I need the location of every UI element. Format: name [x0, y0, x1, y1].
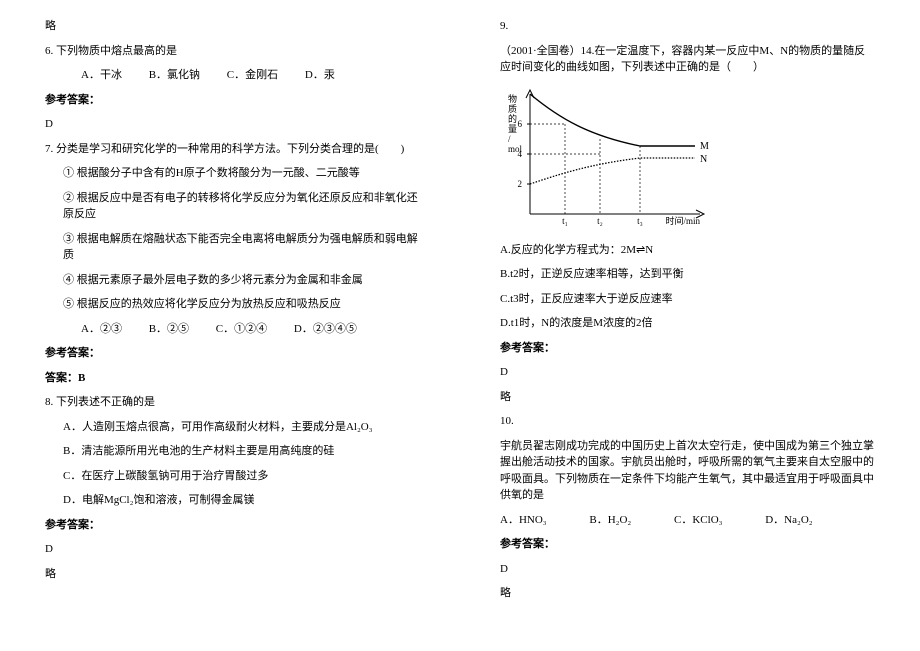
q7-item-4: ④ 根据元素原子最外层电子数的多少将元素分为金属和非金属	[45, 272, 420, 289]
q7-answer-label: 参考答案：	[45, 345, 420, 362]
q8-answer: D	[45, 541, 420, 558]
q8-answer-label: 参考答案：	[45, 517, 420, 534]
ylab-5: /	[508, 134, 511, 144]
q10-opt-d: D．Na₂O₂	[765, 512, 812, 529]
q6-answer-label: 参考答案：	[45, 92, 420, 109]
xtick-t1: t₁	[562, 216, 568, 226]
q7-opt-b: B．②⑤	[149, 321, 189, 338]
q9-chart: 2 4 6 t₁ t₂ t₃ 时间/min 物 质 的 量 / mol M	[500, 84, 720, 234]
q7-opt-a: A．②③	[81, 321, 122, 338]
q8-opt-a: A．人造刚玉熔点很高，可用作高级耐火材料，主要成分是Al₂O₃	[45, 419, 420, 436]
q7-item-1: ① 根据酸分子中含有的H原子个数将酸分为一元酸、二元酸等	[45, 165, 420, 182]
q10-opt-b: B．H₂O₂	[589, 512, 631, 529]
q7-item-5: ⑤ 根据反应的热效应将化学反应分为放热反应和吸热反应	[45, 296, 420, 313]
q9-answer: D	[500, 364, 875, 381]
q8-brief: 略	[45, 566, 420, 583]
legend-n: N	[700, 154, 707, 165]
q7-item-2: ② 根据反应中是否有电子的转移将化学反应分为氧化还原反应和非氧化还原反应	[45, 190, 420, 223]
q10-answer-label: 参考答案：	[500, 536, 875, 553]
ytick-2: 2	[518, 179, 523, 189]
page: 略 6. 下列物质中熔点最高的是 A．干冰 B．氯化钠 C．金刚石 D．汞 参考…	[0, 0, 920, 651]
q7-opt-c: C．①②④	[216, 321, 267, 338]
q7-options: A．②③ B．②⑤ C．①②④ D．②③④⑤	[45, 321, 420, 338]
ylab-2: 质	[508, 103, 517, 114]
q9-answer-label: 参考答案：	[500, 340, 875, 357]
legend-m: M	[700, 141, 709, 152]
q7-item-3: ③ 根据电解质在熔融状态下能否完全电离将电解质分为强电解质和弱电解质	[45, 231, 420, 264]
q10-options: A．HNO₃ B．H₂O₂ C．KClO₃ D．Na₂O₂	[500, 512, 875, 529]
q6-answer: D	[45, 116, 420, 133]
q10-opt-c: C．KClO₃	[674, 512, 722, 529]
xtick-t2: t₂	[597, 216, 603, 226]
q7-opt-d: D．②③④⑤	[294, 321, 357, 338]
left-column: 略 6. 下列物质中熔点最高的是 A．干冰 B．氯化钠 C．金刚石 D．汞 参考…	[30, 10, 460, 641]
q7-stem: 7. 分类是学习和研究化学的一种常用的科学方法。下列分类合理的是( )	[45, 141, 420, 158]
q6-options: A．干冰 B．氯化钠 C．金刚石 D．汞	[45, 67, 420, 84]
q6-stem: 6. 下列物质中熔点最高的是	[45, 43, 420, 60]
xlabel: 时间/min	[665, 215, 700, 226]
ylab-3: 的	[508, 113, 517, 124]
ylab-4: 量	[508, 124, 517, 134]
q9-opt-d: D.t1时，N的浓度是M浓度的2倍	[500, 315, 875, 332]
ytick-6: 6	[518, 119, 523, 129]
q6-opt-c: C．金刚石	[227, 67, 278, 84]
series-n	[530, 158, 695, 184]
q8-opt-c: C．在医疗上碳酸氢钠可用于治疗胃酸过多	[45, 468, 420, 485]
q7-answer: 答案：B	[45, 370, 420, 387]
q8-opt-d: D．电解MgCl₂饱和溶液，可制得金属镁	[45, 492, 420, 509]
q9-opt-c: C.t3时，正反应速率大于逆反应速率	[500, 291, 875, 308]
q10-brief: 略	[500, 585, 875, 602]
q9-brief: 略	[500, 389, 875, 406]
right-column: 9. （2001·全国卷）14.在一定温度下，容器内某一反应中M、N的物质的量随…	[460, 10, 890, 641]
q8-stem: 8. 下列表述不正确的是	[45, 394, 420, 411]
q9-stem: （2001·全国卷）14.在一定温度下，容器内某一反应中M、N的物质的量随反应时…	[500, 43, 875, 76]
q10-answer: D	[500, 561, 875, 578]
xtick-t3: t₃	[637, 216, 643, 226]
series-m	[530, 94, 695, 146]
q10-opt-a: A．HNO₃	[500, 512, 547, 529]
q8-opt-b: B．清洁能源所用光电池的生产材料主要是用高纯度的硅	[45, 443, 420, 460]
q10-stem: 宇航员翟志刚成功完成的中国历史上首次太空行走，使中国成为第三个独立掌握出舱活动技…	[500, 438, 875, 504]
q6-opt-b: B．氯化钠	[149, 67, 200, 84]
q6-opt-d: D．汞	[305, 67, 335, 84]
q10-number: 10.	[500, 413, 875, 430]
ylab-6: mol	[508, 144, 523, 154]
prev-brief: 略	[45, 18, 420, 35]
q9-opt-b: B.t2时，正逆反应速率相等，达到平衡	[500, 266, 875, 283]
q9-number: 9.	[500, 18, 875, 35]
ylab-1: 物	[508, 93, 517, 104]
q6-opt-a: A．干冰	[81, 67, 122, 84]
q9-opt-a: A.反应的化学方程式为：2M⇌N	[500, 242, 875, 259]
